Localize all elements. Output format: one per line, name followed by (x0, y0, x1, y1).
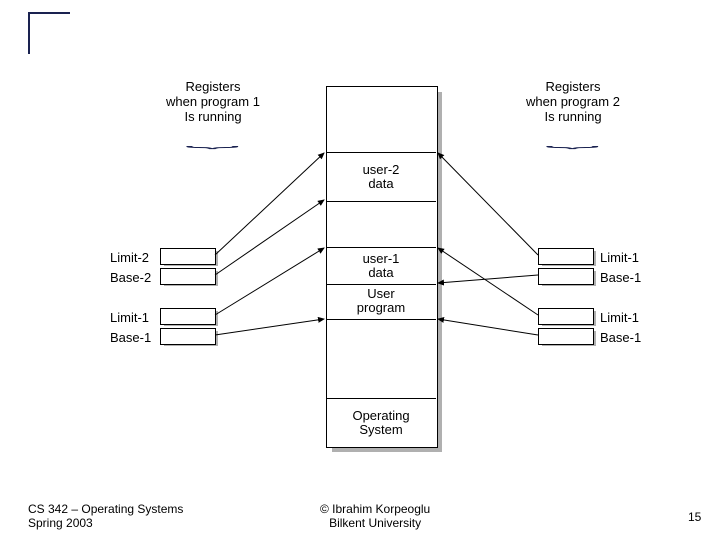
reg-left-3 (160, 328, 216, 345)
lbl-left-3: Base-1 (110, 330, 151, 345)
lbl-right-0: Limit-1 (600, 250, 639, 265)
reg-left-1 (160, 268, 216, 285)
reg-right-0 (538, 248, 594, 265)
seg-userprog: User program (326, 283, 436, 320)
corner-frame (28, 12, 70, 54)
brace-right: ⏟ (546, 132, 600, 149)
lbl-right-2: Limit-1 (600, 310, 639, 325)
reg-left-0 (160, 248, 216, 265)
slide: Registers when program 1 Is running Regi… (0, 0, 720, 540)
header-right: Registers when program 2 Is running (508, 80, 638, 125)
lbl-right-1: Base-1 (600, 270, 641, 285)
brace-left: ⏟ (186, 132, 240, 149)
reg-right-3 (538, 328, 594, 345)
reg-right-2 (538, 308, 594, 325)
footer-page: 15 (688, 510, 701, 524)
reg-left-2 (160, 308, 216, 325)
reg-right-1 (538, 268, 594, 285)
footer-center: © Ibrahim Korpeoglu Bilkent University (320, 502, 430, 530)
lbl-left-1: Base-2 (110, 270, 151, 285)
lbl-left-0: Limit-2 (110, 250, 149, 265)
seg-user2: user-2 data (326, 152, 436, 202)
footer-left: CS 342 – Operating Systems Spring 2003 (28, 502, 183, 530)
seg-os: Operating System (326, 398, 436, 448)
lbl-right-3: Base-1 (600, 330, 641, 345)
header-left: Registers when program 1 Is running (148, 80, 278, 125)
lbl-left-2: Limit-1 (110, 310, 149, 325)
seg-user1: user-1 data (326, 247, 436, 285)
